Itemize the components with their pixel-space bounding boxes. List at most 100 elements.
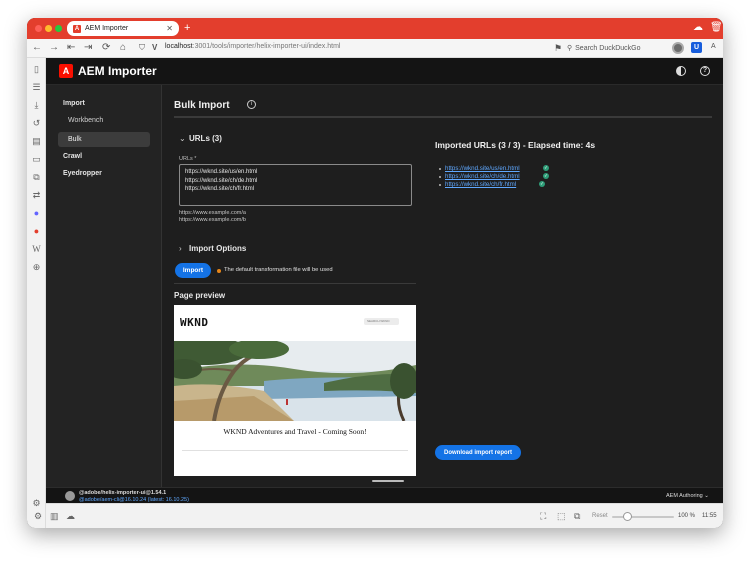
status-text: The default transformation file will be … <box>224 267 333 273</box>
preview-title: Page preview <box>174 291 226 300</box>
url-line: https://wknd.site/ch/fr.html <box>185 186 255 192</box>
github-icon[interactable] <box>65 491 75 501</box>
nav-item-workbench[interactable]: Workbench <box>68 117 103 124</box>
first-page-icon[interactable]: ⇤ <box>67 42 75 54</box>
search-field[interactable]: ⚲ Search DuckDuckGo <box>567 41 667 55</box>
panel-settings-icon[interactable]: ⚙ <box>34 511 42 521</box>
wknd-search-input[interactable]: SEARCH WKND <box>364 318 399 325</box>
notes-icon[interactable]: ▤ <box>31 136 42 147</box>
add-panel-icon[interactable]: ⊕ <box>31 262 42 273</box>
environment-label: AEM Authoring <box>666 493 703 499</box>
forward-icon[interactable]: → <box>49 42 59 54</box>
home-icon[interactable]: ⌂ <box>120 42 126 54</box>
browser-sidebar: ▯ ☰ ⤓ ↺ ▤ ▭ ⧉ ⇄ ● ● W ⊕ ⚙ <box>27 58 46 528</box>
close-tab-icon[interactable]: ✕ <box>166 24 173 33</box>
vivaldi-social-icon[interactable]: ● <box>31 226 42 237</box>
adobe-tab-icon: A <box>73 24 81 33</box>
tile-icon[interactable]: ▥ <box>50 511 59 521</box>
cloud-icon[interactable]: ☁ <box>693 23 703 33</box>
import-options-toggle[interactable]: Import Options <box>189 244 246 253</box>
bookmark-icon[interactable]: ⚑ <box>554 42 562 54</box>
page-actions-icon[interactable]: A <box>711 43 716 50</box>
page-actions-icon[interactable]: ⧉ <box>574 511 580 521</box>
browser-tab[interactable]: A AEM Importer ✕ <box>67 21 179 36</box>
minimize-window-button[interactable] <box>45 25 52 32</box>
close-window-button[interactable] <box>35 25 42 32</box>
browser-window: A AEM Importer ✕ + ☁ 🗑 ← → ⇤ ⇥ ⟳ ⌂ ⛉ V l… <box>27 18 723 528</box>
zoom-slider-handle[interactable] <box>623 512 632 521</box>
urls-section-toggle[interactable]: URLs (3) <box>189 134 222 143</box>
help-icon[interactable]: ? <box>700 66 710 76</box>
results-title: Imported URLs (3 / 3) - Elapsed time: 4s <box>435 140 596 150</box>
new-tab-button[interactable]: + <box>184 22 190 34</box>
bullet-icon <box>439 176 441 178</box>
wikipedia-icon[interactable]: W <box>31 244 42 255</box>
navigation-bar: ← → ⇤ ⇥ ⟳ ⌂ ⛉ V localhost:3001/tools/imp… <box>27 39 723 58</box>
settings-icon[interactable]: ⚙ <box>31 498 42 509</box>
browser-status-bar: ⚙ ▥ ☁ ⛶ ⬚ ⧉ Reset 100 % 11:55 <box>34 503 723 528</box>
profile-avatar[interactable] <box>672 42 684 54</box>
reload-icon[interactable]: ⟳ <box>102 42 110 54</box>
info-icon[interactable]: i <box>247 100 256 109</box>
app-header: A AEM Importer ? <box>46 58 723 85</box>
zoom-slider-track[interactable] <box>612 516 674 518</box>
downloads-icon[interactable]: ⤓ <box>31 100 42 111</box>
tiling-icon[interactable]: ⬚ <box>557 511 566 521</box>
bitwarden-icon[interactable]: U <box>691 42 702 53</box>
theme-toggle-icon[interactable] <box>676 66 686 76</box>
required-marker: * <box>194 156 197 162</box>
reader-icon[interactable]: ▭ <box>31 154 42 165</box>
wknd-tagline: WKND Adventures and Travel - Coming Soon… <box>223 427 367 436</box>
shield-icon[interactable]: ⛉ <box>139 42 145 54</box>
status-dot-icon <box>217 269 221 273</box>
check-icon: ✓ <box>543 173 549 179</box>
divider <box>174 116 712 118</box>
imported-url-link[interactable]: https://wknd.site/ch/fr.html <box>445 181 516 188</box>
import-button[interactable]: Import <box>175 263 211 278</box>
zoom-reset-button[interactable]: Reset <box>592 513 608 519</box>
urls-label-text: URLs <box>179 156 193 162</box>
translate-icon[interactable]: ⧉ <box>31 172 42 183</box>
zoom-level: 100 % <box>678 513 696 519</box>
app-sidenav: Import Workbench Bulk Crawl Eyedropper <box>46 85 162 487</box>
urls-textarea[interactable]: https://wknd.site/us/en.html https://wkn… <box>179 164 412 206</box>
back-icon[interactable]: ← <box>32 42 42 54</box>
bulk-import-panel: Bulk Import i ⌄ URLs (3) URLs * https://… <box>163 85 723 487</box>
download-report-button[interactable]: Download import report <box>435 445 521 460</box>
mastodon-icon[interactable]: ● <box>31 208 42 219</box>
cloud-sync-icon[interactable]: ☁ <box>66 511 75 521</box>
bullet-icon <box>439 168 441 170</box>
imported-url-link[interactable]: https://wknd.site/us/en.html <box>445 165 520 172</box>
urls-help-text: https://www.example.com/a <box>179 210 246 216</box>
app-title: AEM Importer <box>78 64 157 78</box>
nav-item-import[interactable]: Import <box>63 100 85 107</box>
address-bar[interactable]: localhost:3001/tools/importer/helix-impo… <box>165 43 340 50</box>
chevron-right-icon[interactable]: › <box>179 244 182 253</box>
chevron-down-icon[interactable]: ⌄ <box>179 134 186 143</box>
aem-importer-app: A AEM Importer ? Import Workbench Bulk C… <box>46 58 723 503</box>
zoom-window-button[interactable] <box>55 25 62 32</box>
url-line: https://wknd.site/us/en.html <box>185 169 258 175</box>
url-host: localhost <box>165 43 193 50</box>
nav-item-crawl[interactable]: Crawl <box>63 153 82 160</box>
adobe-logo-icon: A <box>59 64 73 78</box>
sync-icon[interactable]: ⇄ <box>31 190 42 201</box>
search-placeholder: Search DuckDuckGo <box>575 44 641 52</box>
bullet-icon <box>439 184 441 186</box>
nav-item-bulk[interactable]: Bulk <box>68 136 82 143</box>
url-line: https://wknd.site/ch/de.html <box>185 177 258 184</box>
nav-item-eyedropper[interactable]: Eyedropper <box>63 170 102 177</box>
imported-url-link[interactable]: https://wknd.site/ch/de.html <box>445 173 520 180</box>
capture-icon[interactable]: ⛶ <box>540 511 546 521</box>
vivaldi-icon[interactable]: V <box>152 42 157 54</box>
check-icon: ✓ <box>543 165 549 171</box>
page-preview[interactable]: WKND SEARCH WKND WKND Adventures and Tra… <box>174 305 416 476</box>
bookmarks-icon[interactable]: ▯ <box>31 64 42 75</box>
trash-icon[interactable]: 🗑 <box>710 23 723 33</box>
history-icon[interactable]: ↺ <box>31 118 42 129</box>
skip-forward-icon[interactable]: ⇥ <box>84 42 92 54</box>
resize-handle[interactable] <box>372 480 404 482</box>
reading-list-icon[interactable]: ☰ <box>31 82 42 93</box>
environment-picker[interactable]: AEM Authoring ⌄ <box>666 493 709 499</box>
check-icon: ✓ <box>539 181 545 187</box>
